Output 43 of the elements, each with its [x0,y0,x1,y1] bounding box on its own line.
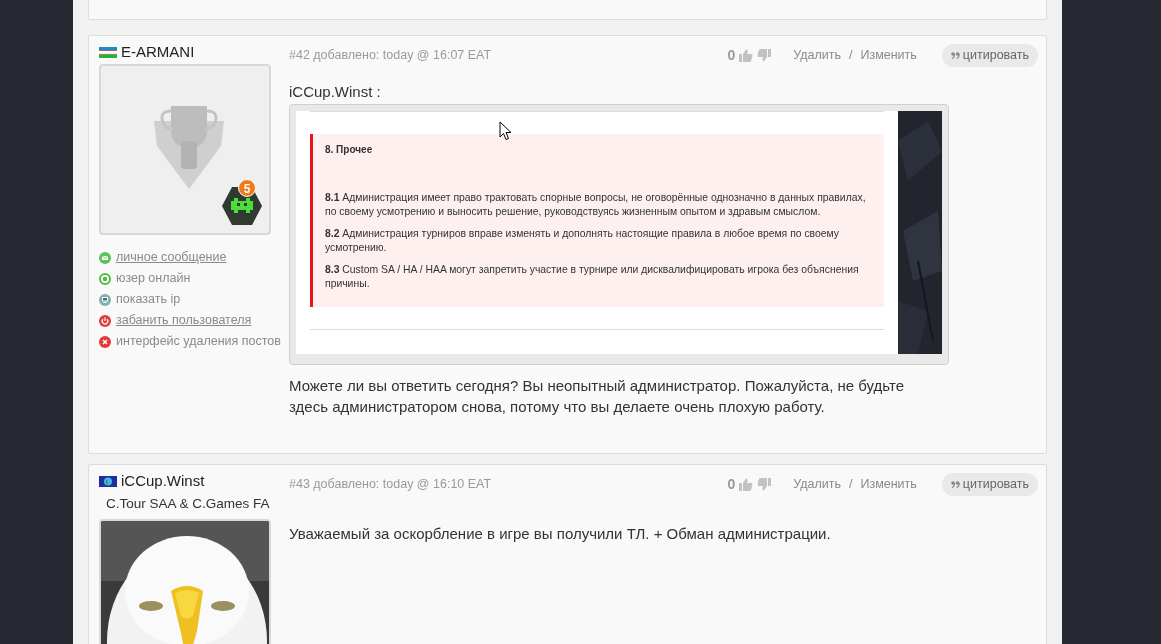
delete-link[interactable]: Удалить [793,475,841,494]
separator: / [848,476,853,494]
post-text: Можете ли вы ответить сегодня? Вы неопытный администратор. Пожалуйста, не будьте здесь администратором снова, потому что вы делаете очень плохую работу. [289,376,905,417]
action-link[interactable]: забанить пользователя [116,311,252,330]
username-link[interactable]: iCCup.Winst [121,469,205,493]
rating-count: 0 [727,46,736,65]
thumbs-down-icon[interactable] [757,49,772,62]
thumbs-down-icon[interactable] [757,478,772,491]
monitor-icon [99,293,111,306]
user-title: C.Tour SAA & C.Games FA [105,495,271,513]
level-badge: 5 [238,179,256,197]
quote-icon [950,481,960,488]
post-meta: #43 добавлено: today @ 16:10 EAT [289,476,492,494]
quote-icon [950,52,960,59]
action-text: показать ip [116,291,181,309]
action-text: интерфейс удаления постов [116,333,281,351]
message-icon [99,251,111,264]
delete-icon [99,335,111,348]
delete-link[interactable]: Удалить [793,46,841,65]
action-link[interactable]: личное сообщение [116,248,227,267]
rule-text: 8.2 Администрация турниров вправе изменять и дополнять настоящие правила в любое время по своему усмотрению. [325,227,841,254]
action-text: юзер онлайн [116,270,191,288]
quote-button[interactable]: цитировать [941,44,1038,67]
cursor-icon [499,121,512,141]
thumbs-up-icon[interactable] [739,478,754,491]
separator: / [848,47,853,65]
flag-icon [99,475,117,487]
invader-badge-icon [221,186,263,226]
quote-button[interactable]: цитировать [941,473,1038,496]
username-link[interactable]: E-ARMANI [121,40,195,64]
flag-icon [99,46,117,58]
online-icon [99,272,111,285]
section-heading: 8. Прочее [325,144,374,156]
rule-text: 8.3 Custom SA / HA / HAA могут запретить участие в турнире или дисквалифицировать игрока без объяснения причины. [325,263,860,290]
post-meta: #42 добавлено: today @ 16:07 EAT [289,47,492,65]
rating-count: 0 [727,475,736,494]
quote-author: iCCup.Winst : [289,82,382,102]
post-text: Уважаемый за оскорбление в игре вы получили ТЛ. + Обман администрации. [289,524,832,544]
power-icon [99,314,111,327]
rule-text: 8.1 Администрация имеет право трактовать спорные вопросы, не оговорённые однозначно в данных правилах, по своему усмотрению и выносить решение, руководствуясь жизненным опытом и здравым смыслом. [325,191,867,218]
edit-link[interactable]: Изменить [860,46,917,65]
thumbs-up-icon[interactable] [739,49,754,62]
edit-link[interactable]: Изменить [860,475,917,494]
